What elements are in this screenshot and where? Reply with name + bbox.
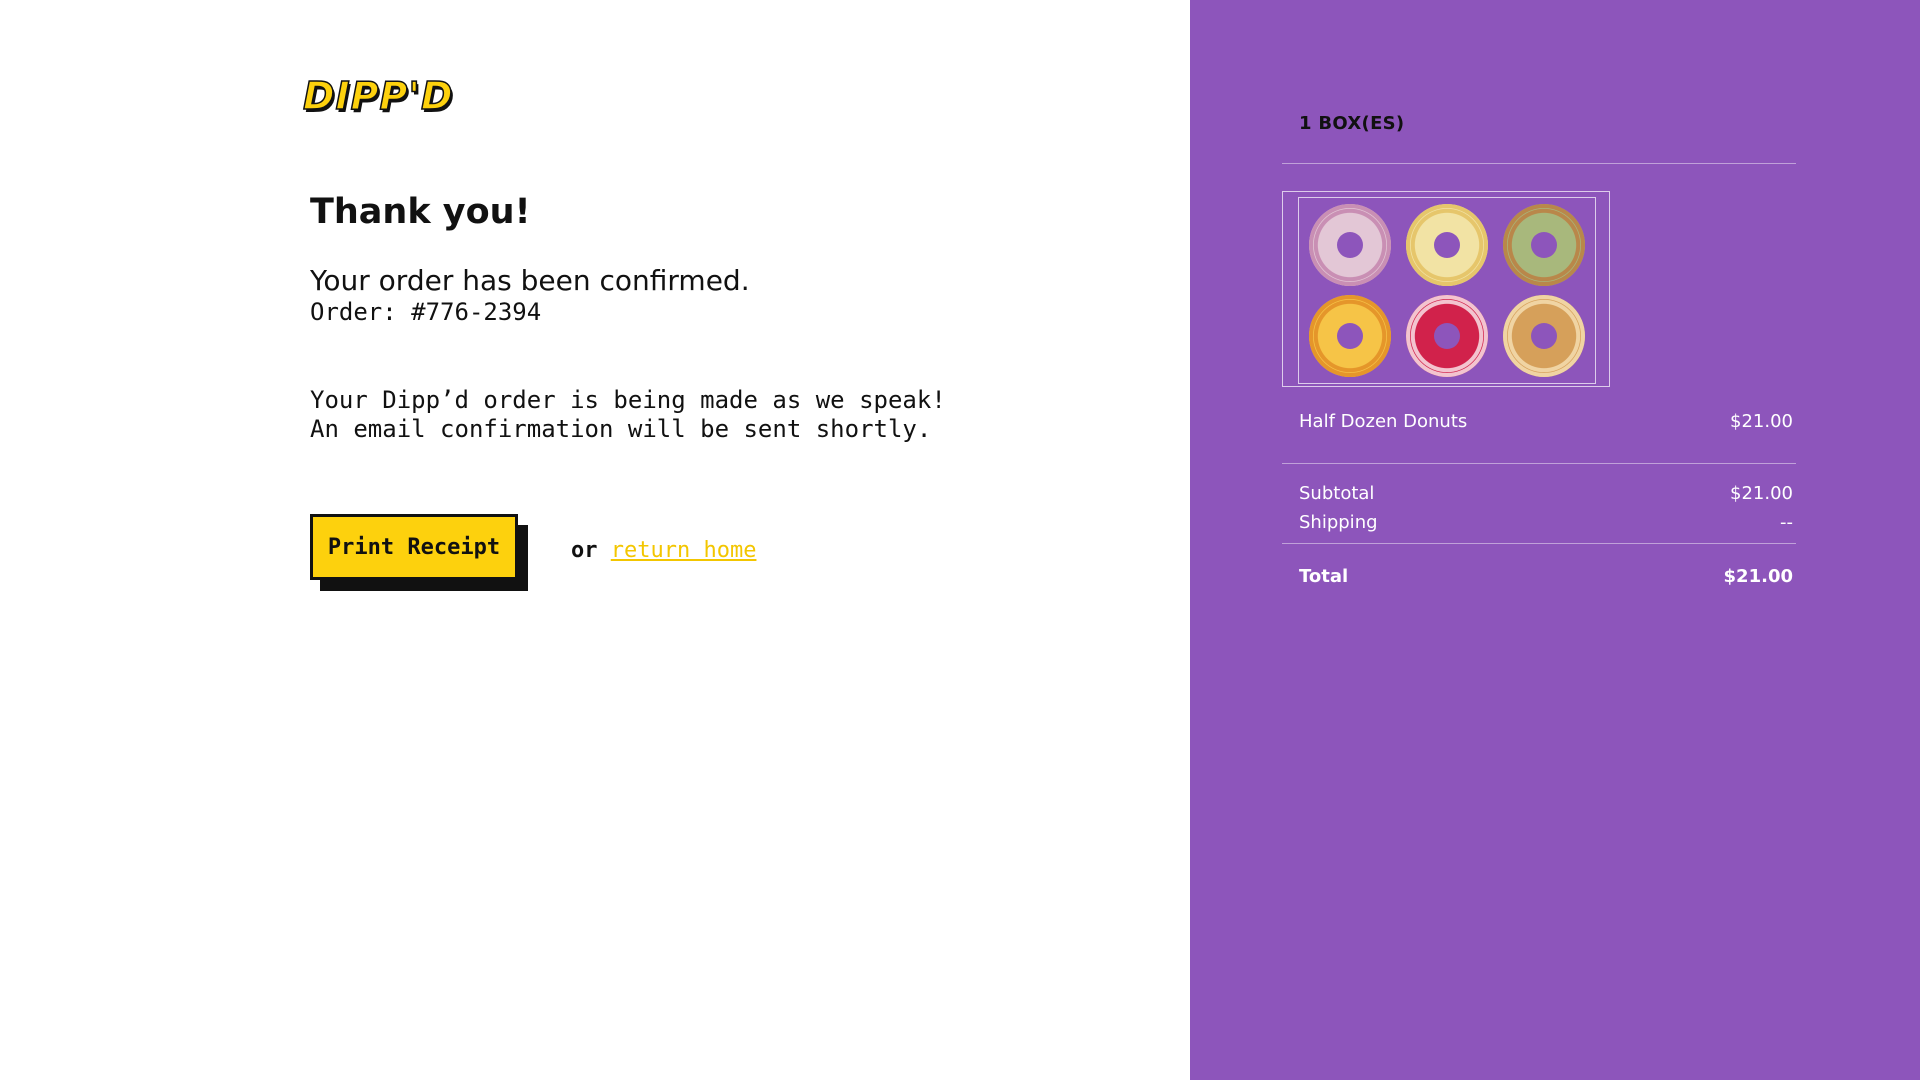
donut-cell xyxy=(1399,201,1494,290)
pink-sprinkle-donut xyxy=(1308,204,1391,287)
order-number: Order: #776-2394 xyxy=(310,298,542,326)
brand-logo[interactable]: DIPP'D xyxy=(302,73,454,119)
total-label: Total xyxy=(1299,566,1349,587)
donut-box-image xyxy=(1282,191,1610,387)
message-line-2: An email confirmation will be sent short… xyxy=(310,415,932,443)
summary-divider-top xyxy=(1282,163,1796,164)
page-title: Thank you! xyxy=(310,192,531,232)
confirmation-message: Your Dipp’d order is being made as we sp… xyxy=(310,386,946,444)
line-item-name: Half Dozen Donuts xyxy=(1299,411,1468,432)
message-line-1: Your Dipp’d order is being made as we sp… xyxy=(310,386,946,414)
line-item-price: $21.00 xyxy=(1730,411,1793,432)
return-home-link[interactable]: return home xyxy=(611,538,757,563)
confirmation-panel: DIPP'D Thank you! Your order has been co… xyxy=(0,0,1190,1080)
print-receipt-button[interactable]: Print Receipt xyxy=(310,514,518,580)
return-home-line: or return home xyxy=(571,538,756,563)
box-count-label: 1 BOX(ES) xyxy=(1299,113,1405,134)
matcha-nut-donut xyxy=(1503,204,1586,287)
donut-cell xyxy=(1399,292,1494,381)
orange-glazed-donut xyxy=(1308,294,1391,377)
shipping-label: Shipping xyxy=(1299,512,1378,533)
donut-cell xyxy=(1497,201,1592,290)
subtotal-label: Subtotal xyxy=(1299,483,1375,504)
order-summary-panel xyxy=(1190,0,1920,1080)
vanilla-glazed-donut xyxy=(1405,204,1488,287)
donut-cell xyxy=(1302,292,1397,381)
total-row: Total $21.00 xyxy=(1299,566,1793,587)
shipping-value: -- xyxy=(1780,512,1793,533)
print-receipt-wrapper: Print Receipt xyxy=(310,514,528,591)
confirmation-subtitle: Your order has been confirmed. xyxy=(310,264,750,297)
summary-divider-items xyxy=(1282,463,1796,464)
logo-text: DIPP'D xyxy=(302,73,454,119)
shipping-row: Shipping -- xyxy=(1299,512,1793,533)
subtotal-row: Subtotal $21.00 xyxy=(1299,483,1793,504)
line-item: Half Dozen Donuts $21.00 xyxy=(1299,411,1793,432)
donut-grid xyxy=(1298,197,1596,384)
crunch-donut xyxy=(1503,294,1586,377)
total-value: $21.00 xyxy=(1723,566,1793,587)
subtotal-value: $21.00 xyxy=(1730,483,1793,504)
or-text: or xyxy=(571,538,598,563)
donut-cell xyxy=(1497,292,1592,381)
raspberry-drizzle-donut xyxy=(1405,294,1488,377)
donut-cell xyxy=(1302,201,1397,290)
summary-divider-total xyxy=(1282,543,1796,544)
